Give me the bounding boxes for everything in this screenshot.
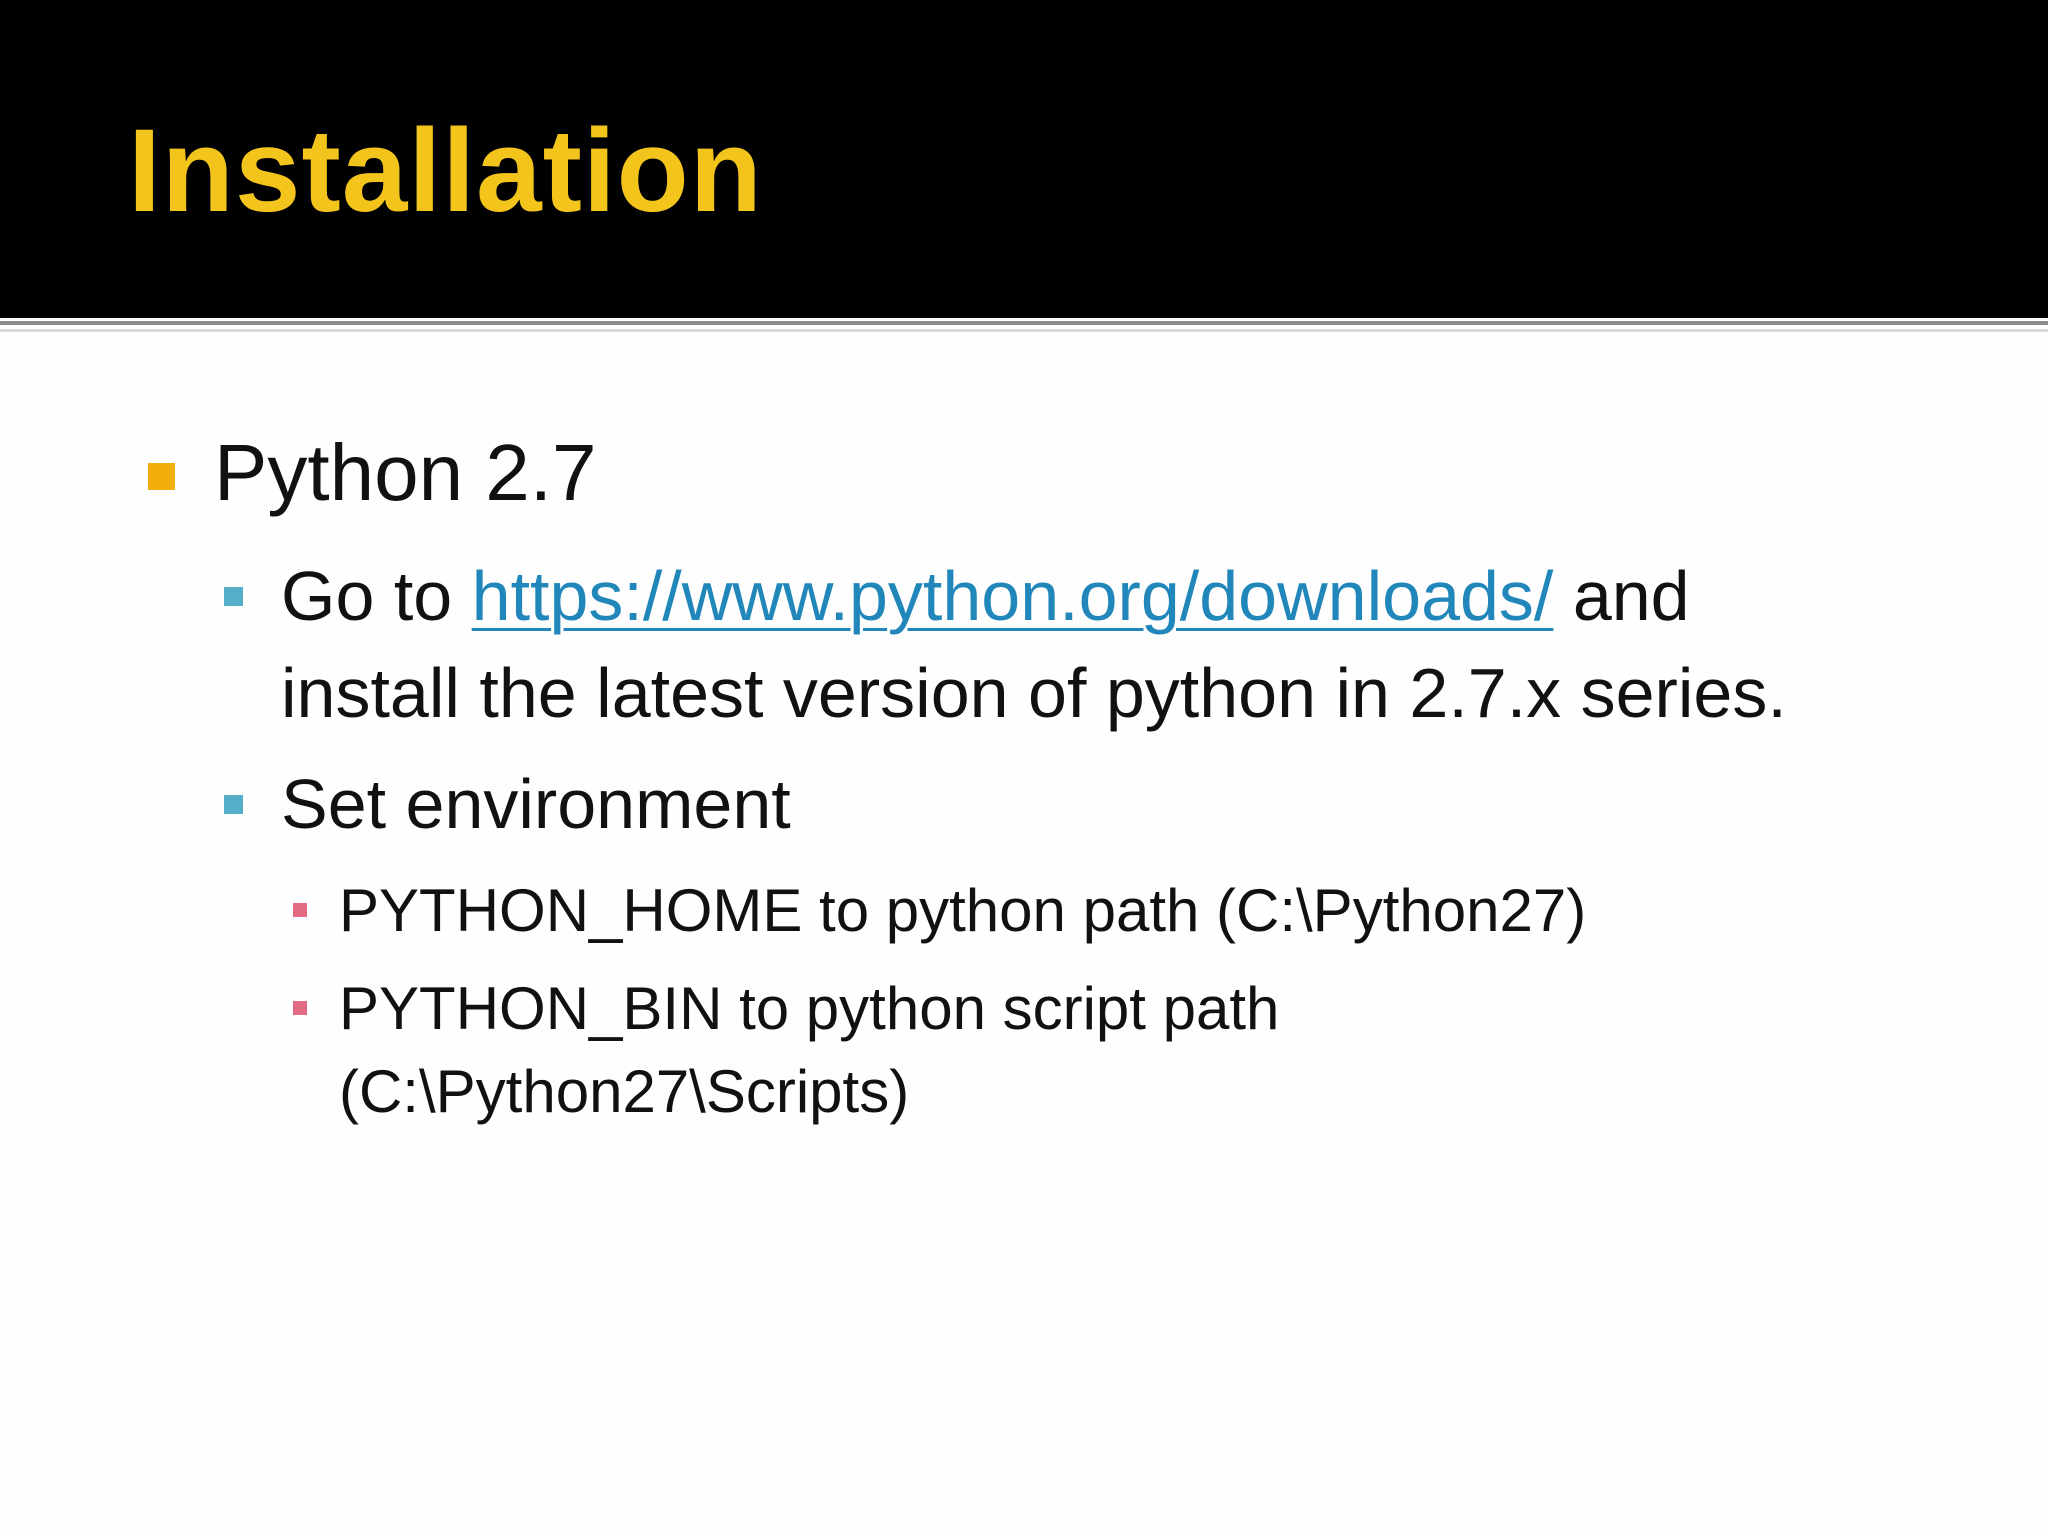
title-divider	[0, 321, 2048, 325]
bullet-go-to-prefix: Go to	[281, 557, 472, 635]
sub-sub-bullet-square-icon	[293, 1001, 307, 1015]
slide: Installation Python 2.7 Go to https://ww…	[0, 0, 2048, 1536]
slide-title: Installation	[128, 105, 763, 237]
bullet-go-to-download: Go to https://www.python.org/downloads/ …	[281, 561, 1690, 631]
bullet-python-bin-continuation: (C:\Python27\Scripts)	[339, 1058, 910, 1125]
bullet-go-to-suffix: and	[1553, 557, 1690, 635]
sub-bullet-square-icon	[224, 795, 243, 814]
bullet-python-home: PYTHON_HOME to python path (C:\Python27)	[339, 877, 1587, 944]
title-bar: Installation	[0, 0, 2048, 318]
bullet-square-icon	[148, 463, 175, 490]
bullet-set-environment: Set environment	[281, 765, 791, 843]
title-divider-shadow	[0, 329, 2048, 332]
bullet-go-to-continuation: install the latest version of python in …	[281, 654, 1787, 732]
bullet-python-version: Python 2.7	[214, 428, 597, 517]
python-downloads-link[interactable]: https://www.python.org/downloads/	[472, 557, 1554, 635]
sub-bullet-square-icon	[224, 587, 243, 606]
sub-sub-bullet-square-icon	[293, 903, 307, 917]
bullet-python-bin: PYTHON_BIN to python script path	[339, 975, 1280, 1042]
